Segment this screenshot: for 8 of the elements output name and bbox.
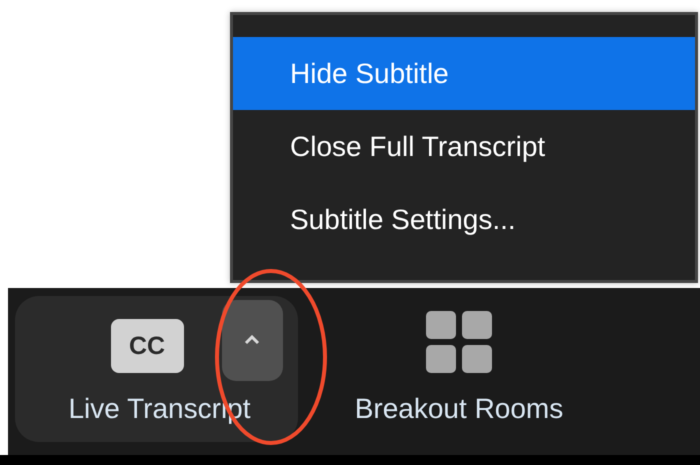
- menu-item[interactable]: Hide Subtitle: [233, 37, 695, 110]
- caret-icon: [244, 335, 260, 345]
- dropdown-button[interactable]: [222, 300, 282, 380]
- cc-badge[interactable]: CC: [110, 319, 184, 373]
- toolbar-label[interactable]: Breakout Rooms: [354, 393, 564, 425]
- menu-item[interactable]: Subtitle Settings...: [233, 183, 695, 256]
- grid-icon[interactable]: [426, 311, 492, 373]
- menu-item[interactable]: Close Full Transcript: [233, 110, 695, 183]
